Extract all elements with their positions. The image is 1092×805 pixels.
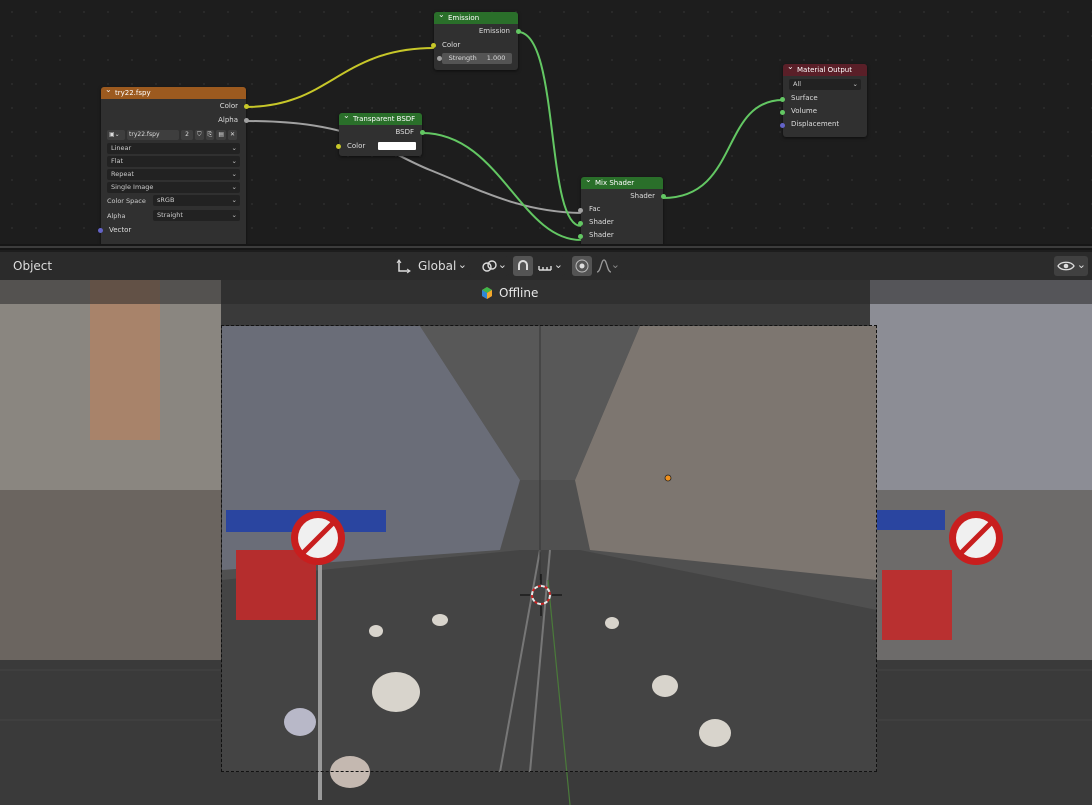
proportional-edit-icon	[575, 259, 589, 273]
chevron-down-icon: ⌄	[497, 258, 507, 271]
image-color-socket[interactable]	[244, 104, 249, 109]
snap-magnet-icon	[518, 260, 528, 270]
image-color-output: Color	[101, 99, 249, 113]
displacement-input: Displacement	[780, 118, 867, 131]
chevron-down-icon: ⌄	[231, 183, 237, 191]
fake-user-icon[interactable]: ⛉	[195, 130, 204, 140]
image-vector-input: Vector	[98, 225, 246, 235]
chevron-down-icon: ⌄	[231, 144, 237, 152]
source-dropdown[interactable]: Single Image ⌄	[107, 182, 240, 193]
projection-dropdown[interactable]: Flat ⌄	[107, 156, 240, 167]
snap-increment-icon	[538, 266, 552, 271]
interpolation-dropdown[interactable]: Linear ⌄	[107, 143, 240, 154]
color-space-row: Color Space sRGB ⌄	[107, 195, 240, 208]
chevron-down-icon: ⌄	[231, 157, 237, 165]
extension-dropdown[interactable]: Repeat ⌄	[107, 169, 240, 180]
alpha-mode-row: Alpha Straight ⌄	[107, 210, 240, 223]
mode-menu[interactable]: Object	[13, 252, 52, 280]
render-status: Offline	[481, 284, 538, 302]
volume-input: Volume	[780, 105, 867, 118]
pivot-point-dropdown[interactable]: ⌄	[479, 256, 509, 276]
bsdf-color-input: Color	[336, 139, 422, 153]
volume-socket[interactable]	[780, 110, 785, 115]
chevron-down-icon: ⌄	[231, 211, 237, 219]
material-output-header[interactable]: Material Output	[783, 61, 867, 76]
snap-toggle[interactable]	[513, 256, 533, 276]
chevron-down-icon: ⌄	[852, 80, 858, 88]
area-divider[interactable]	[0, 244, 1092, 250]
falloff-dropdown[interactable]: ⌄	[594, 256, 622, 276]
falloff-icon	[596, 259, 612, 273]
alpha-mode-dropdown[interactable]: Straight ⌄	[153, 210, 240, 221]
image-alpha-socket[interactable]	[244, 118, 249, 123]
bsdf-color-socket[interactable]	[336, 144, 341, 149]
shader1-socket[interactable]	[578, 221, 583, 226]
strength-socket[interactable]	[437, 56, 442, 61]
link-color-to-emission	[245, 47, 435, 108]
vector-socket[interactable]	[98, 228, 103, 233]
proportional-edit-toggle[interactable]	[572, 256, 592, 276]
shader-node-editor[interactable]: Emission Emission Color Strength 1.000 t…	[0, 0, 1092, 250]
transform-orientation-dropdown[interactable]: Global ⌄	[393, 256, 471, 276]
displacement-socket[interactable]	[780, 123, 785, 128]
new-image-icon[interactable]: ⎘	[205, 130, 215, 140]
link-bsdf-to-shader	[421, 132, 582, 241]
mix-shader1-input: Shader	[578, 216, 663, 229]
image-name-field[interactable]: try22.fspy	[127, 130, 179, 140]
mix-output-socket[interactable]	[661, 194, 666, 199]
visibility-dropdown[interactable]: ⌄	[1054, 256, 1088, 276]
emission-color-input: Color	[431, 38, 518, 52]
image-datablock-row: ▣⌄ try22.fspy 2 ⛉ ⎘ ▤ ✕	[107, 129, 240, 141]
viewport-header: Object Global ⌄ ⌄ ⌄ ⌄ ⌄	[0, 252, 1092, 280]
chevron-down-icon: ⌄	[457, 258, 467, 271]
transparent-bsdf-node[interactable]: Transparent BSDF BSDF Color	[336, 110, 425, 156]
mix-fac-input: Fac	[578, 203, 663, 216]
surface-socket[interactable]	[780, 97, 785, 102]
render-engine-icon	[482, 287, 492, 299]
image-texture-node-header[interactable]: try22.fspy	[101, 84, 246, 99]
image-browse-icon[interactable]: ▣⌄	[107, 130, 125, 140]
3d-viewport[interactable]: Offline	[0, 280, 1092, 805]
mix-shader-header[interactable]: Mix Shader	[581, 174, 663, 189]
pivot-icon	[482, 260, 497, 272]
transparent-bsdf-header[interactable]: Transparent BSDF	[339, 110, 422, 125]
open-image-icon[interactable]: ▤	[216, 130, 226, 140]
strength-slider[interactable]: Strength 1.000	[437, 53, 512, 64]
emission-node-header[interactable]: Emission	[434, 9, 518, 24]
mix-shader-node[interactable]: Mix Shader Shader Fac Shader Shader	[578, 174, 666, 247]
chevron-down-icon: ⌄	[231, 170, 237, 178]
emission-node[interactable]: Emission Emission Color Strength 1.000	[431, 9, 521, 70]
unlink-image-icon[interactable]: ✕	[228, 130, 238, 140]
emission-color-socket[interactable]	[431, 43, 436, 48]
color-space-dropdown[interactable]: sRGB ⌄	[153, 195, 240, 206]
image-alpha-output: Alpha	[101, 113, 249, 127]
image-texture-node[interactable]: try22.fspy Color Alpha ▣⌄ try22.fspy 2 ⛉…	[98, 84, 249, 250]
surface-input: Surface	[780, 92, 867, 105]
chevron-down-icon: ⌄	[231, 196, 237, 204]
chevron-down-icon: ⌄	[553, 258, 563, 271]
chevron-down-icon: ⌄	[1076, 258, 1086, 271]
shader2-socket[interactable]	[578, 234, 583, 239]
target-dropdown[interactable]: All ⌄	[789, 79, 861, 90]
camera-frame	[221, 325, 877, 772]
bsdf-output: BSDF	[339, 125, 425, 139]
emission-output-socket[interactable]	[516, 29, 521, 34]
color-swatch[interactable]	[378, 142, 416, 150]
transform-gizmo-icon	[396, 259, 411, 274]
link-emission-to-shader	[517, 31, 582, 227]
chevron-down-icon: ⌄	[610, 258, 620, 271]
visibility-icon	[1057, 261, 1075, 271]
mix-shader2-input: Shader	[578, 229, 663, 242]
fac-socket[interactable]	[578, 208, 583, 213]
link-shader-to-surface	[662, 99, 784, 199]
material-output-node[interactable]: Material Output All⌄ Surface Volume Disp…	[780, 61, 867, 137]
bsdf-output-socket[interactable]	[420, 130, 425, 135]
mix-shader-output: Shader	[581, 189, 666, 203]
emission-output: Emission	[434, 24, 521, 38]
image-users-count[interactable]: 2	[181, 130, 193, 140]
snap-target-dropdown[interactable]: ⌄	[535, 256, 565, 276]
